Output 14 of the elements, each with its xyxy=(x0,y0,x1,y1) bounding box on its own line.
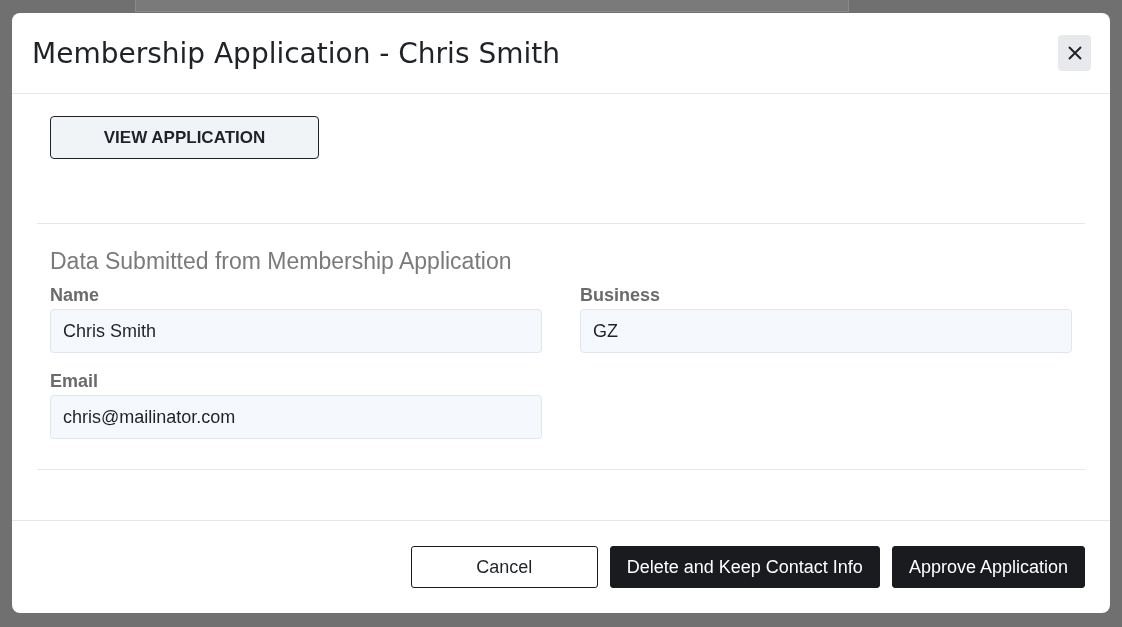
section-title: Data Submitted from Membership Application xyxy=(50,248,513,275)
dialog-title: Membership Application - Chris Smith xyxy=(32,36,560,70)
primary-button[interactable]: Delete and Keep Contact Info xyxy=(609,546,880,588)
close-icon xyxy=(1067,46,1082,60)
field-label: Business xyxy=(580,285,662,306)
primary-button[interactable]: Approve Application xyxy=(891,546,1085,588)
text-field[interactable]: Chris Smith xyxy=(50,309,542,353)
field-label: Email xyxy=(50,371,100,392)
text-field[interactable]: GZ xyxy=(580,309,1072,353)
close-button[interactable] xyxy=(1058,35,1091,71)
text-field[interactable]: chris@mailinator.com xyxy=(50,395,542,439)
field-label: Name xyxy=(50,285,101,306)
view-application-button[interactable]: VIEW APPLICATION xyxy=(50,116,319,159)
cancel-button[interactable]: Cancel xyxy=(410,546,598,588)
